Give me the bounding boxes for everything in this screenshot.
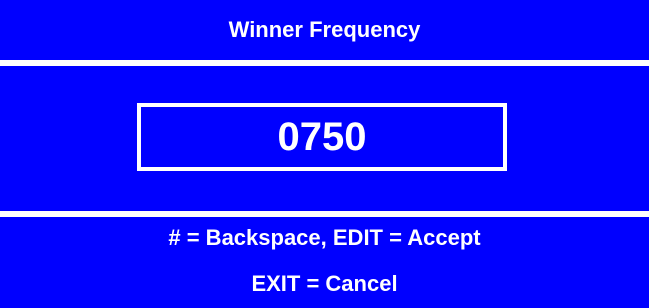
entry-area: 0750 [0,66,649,211]
instruction-bar-edit: # = Backspace, EDIT = Accept [0,217,649,259]
instruction-bar-exit: EXIT = Cancel [0,259,649,308]
frequency-value-field[interactable]: 0750 [137,103,507,171]
frequency-value: 0750 [277,115,367,159]
page-title: Winner Frequency [228,17,421,42]
title-bar: Winner Frequency [0,0,649,60]
instruction-backspace-accept: # = Backspace, EDIT = Accept [168,225,481,250]
instruction-cancel: EXIT = Cancel [251,271,398,296]
winner-frequency-screen: Winner Frequency 0750 # = Backspace, EDI… [0,0,649,308]
